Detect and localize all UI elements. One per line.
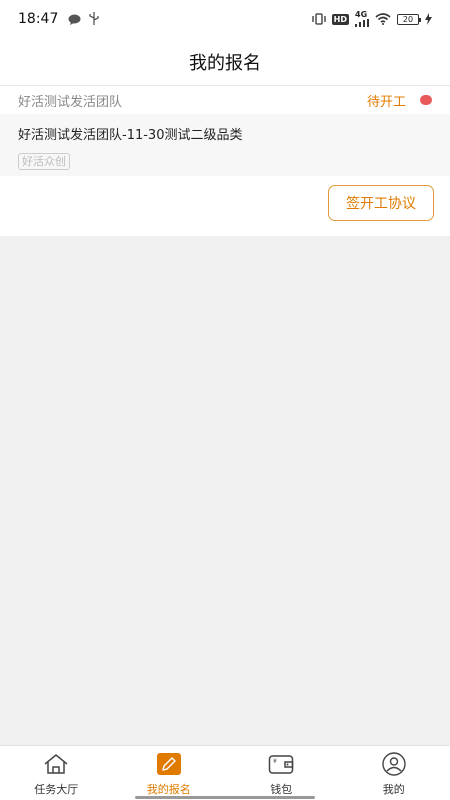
sign-agreement-button[interactable]: 签开工协议 [328, 185, 434, 221]
task-title: 好活测试发活团队-11-30测试二级品类 [18, 128, 243, 143]
page-header: 我的报名 [0, 38, 450, 86]
network-type: 4G [355, 10, 368, 19]
pencil-edit-icon [156, 752, 182, 776]
user-icon [381, 752, 407, 776]
tab-label: 我的报名 [146, 783, 191, 796]
battery-icon: 20 [397, 13, 421, 25]
house-icon [43, 752, 69, 776]
vibrate-icon [312, 10, 326, 29]
signal-icon: 4G [355, 11, 369, 27]
tab-profile[interactable]: 我的 [338, 746, 450, 800]
hd-badge: HD [331, 13, 349, 25]
wallet-icon: ¥ [268, 752, 294, 776]
status-label: 待开工 [366, 94, 406, 110]
tab-label: 我的 [382, 783, 405, 796]
page-title: 我的报名 [189, 52, 261, 74]
status-dot [420, 95, 432, 105]
tag-badge: 好活众创 [18, 153, 70, 170]
team-name: 好活测试发活团队 [18, 94, 123, 110]
usb-icon [89, 10, 100, 29]
tab-wallet[interactable]: ¥ 钱包 [225, 746, 338, 800]
chat-bubble-icon [68, 10, 81, 29]
tab-my-registrations[interactable]: 我的报名 [113, 746, 226, 800]
status-time: 18:47 [18, 11, 59, 27]
tab-label: 任务大厅 [34, 783, 79, 796]
status-bar: 18:47 HD 4G 20 [0, 0, 450, 38]
wifi-icon [375, 10, 391, 29]
tab-task-hall[interactable]: 任务大厅 [0, 746, 113, 800]
tab-label: 钱包 [270, 783, 293, 796]
card-header: 好活测试发活团队 待开工 [0, 86, 450, 114]
battery-level: 20 [402, 14, 414, 24]
card-footer: 签开工协议 [0, 176, 450, 234]
card-body[interactable]: 好活测试发活团队-11-30测试二级品类 好活众创 [0, 114, 450, 176]
home-indicator[interactable] [135, 796, 315, 799]
svg-text:¥: ¥ [273, 758, 277, 765]
bottom-tab-bar: 任务大厅 我的报名 ¥ 钱包 我的 [0, 745, 450, 800]
charging-icon [425, 10, 432, 29]
registration-card[interactable]: 好活测试发活团队 待开工 好活测试发活团队-11-30测试二级品类 好活众创 签… [0, 86, 450, 236]
